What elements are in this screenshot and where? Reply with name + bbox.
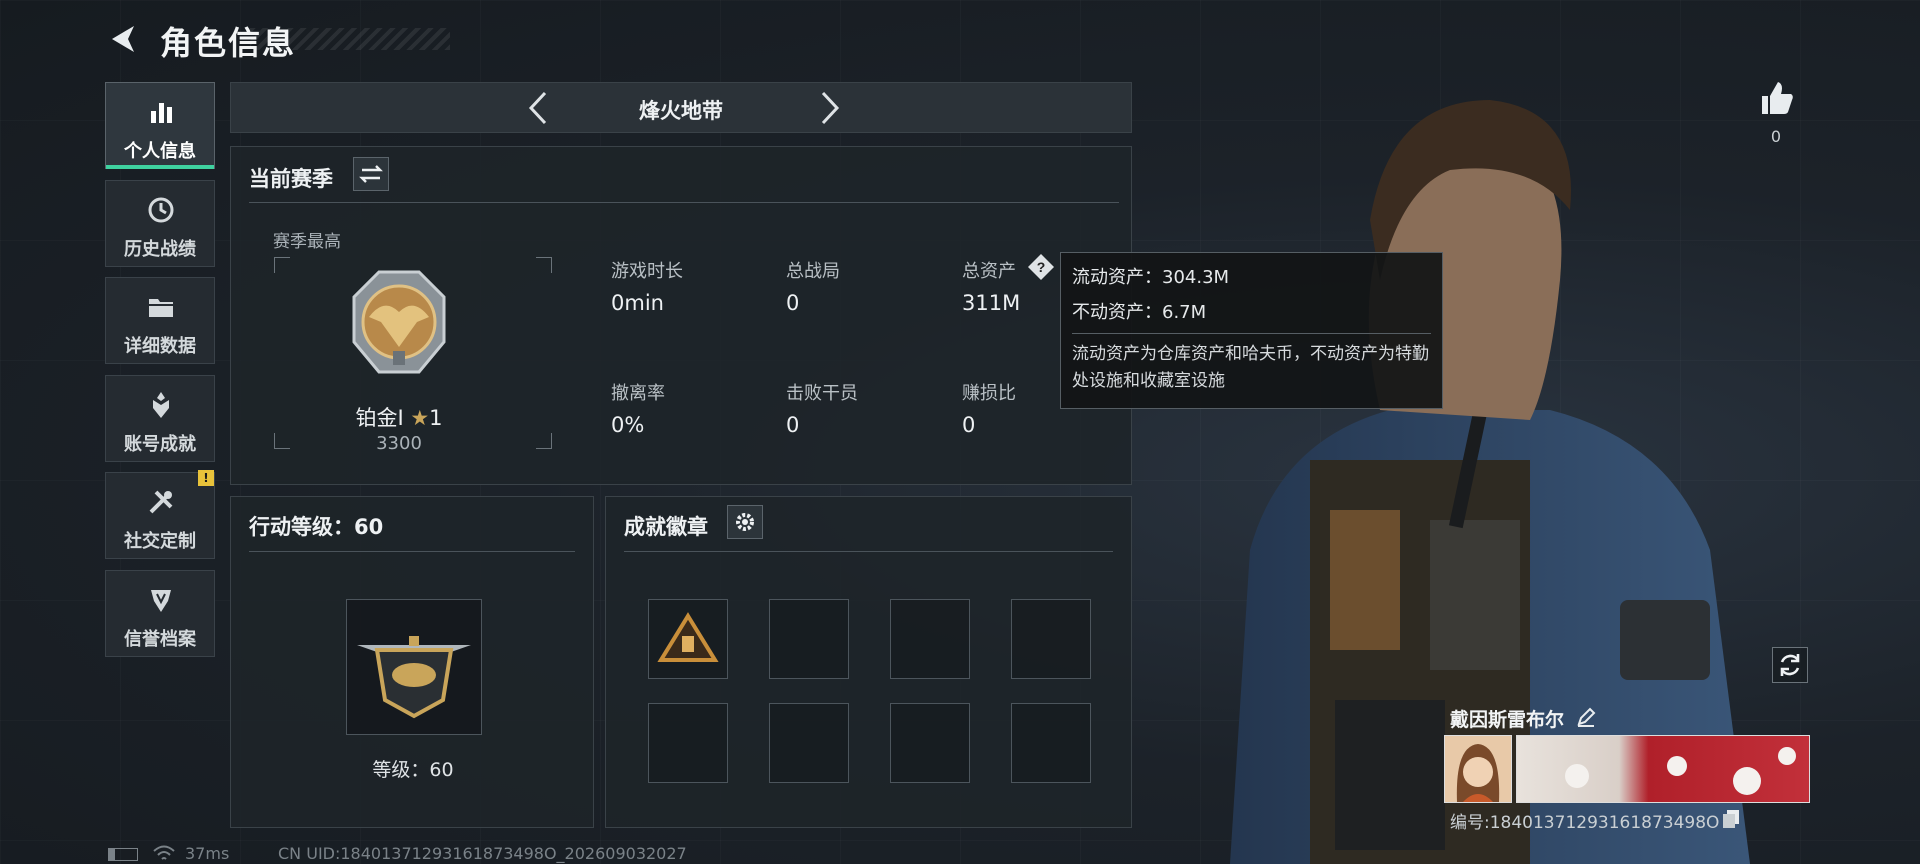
badge-slot[interactable] [769, 703, 849, 783]
level-emblem-frame [346, 599, 482, 735]
like-count: 0 [1770, 127, 1782, 146]
flower-banner-image [1565, 747, 1796, 795]
frame-corner [274, 257, 290, 273]
badge-slot[interactable] [890, 703, 970, 783]
mode-selector: 烽火地带 [230, 82, 1132, 133]
divider [624, 551, 1113, 552]
stat-value: 311M [962, 291, 1021, 315]
helicopter-emblem-icon [357, 636, 471, 719]
cn-uid: CN UID:18401371293161873498O_20260903202… [278, 844, 687, 863]
badges-title: 成就徽章 [624, 515, 708, 539]
level-text: 等级：60 [372, 759, 454, 781]
badge-slot[interactable] [890, 599, 970, 679]
stat-label: 赚损比 [962, 383, 1016, 404]
stat-value: 0min [611, 291, 664, 315]
action-level-title: 行动等级：60 [249, 515, 384, 539]
stat-value: 0 [962, 413, 976, 437]
achievement-badges-panel: 成就徽章 [605, 496, 1132, 828]
asset-description: 流动资产为仓库资产和哈夫币，不动资产为特勤处设施和收藏室设施 [1072, 344, 1429, 391]
fixed-assets: 不动资产：6.7M [1072, 302, 1207, 323]
svg-text:?: ? [1037, 259, 1046, 275]
sidebar-item-achievements[interactable]: 账号成就 [105, 375, 215, 462]
rank-points: 3300 [376, 433, 422, 454]
bar-chart-icon [151, 103, 172, 123]
chevron-right-icon[interactable] [811, 89, 847, 127]
pyramid-badge-icon [657, 612, 719, 662]
refresh-icon [1780, 654, 1800, 676]
thumbs-up-icon[interactable] [1758, 80, 1794, 116]
copy-icon[interactable] [1722, 809, 1740, 829]
help-icon[interactable]: ? [1027, 253, 1055, 281]
tools-icon [149, 490, 173, 514]
stat-label: 击败干员 [786, 383, 858, 404]
rotate-character-button[interactable] [1772, 647, 1808, 683]
stat-value: 0 [786, 413, 800, 437]
folder-icon [149, 299, 173, 317]
stat-value: 0 [786, 291, 800, 315]
gear-icon [736, 513, 754, 531]
stat-label: 游戏时长 [611, 261, 683, 282]
avatar[interactable] [1444, 735, 1512, 803]
battery-icon [108, 848, 138, 861]
sidebar-item-label: 账号成就 [124, 434, 196, 455]
sidebar-item-label: 详细数据 [124, 336, 196, 357]
stat-label: 撤离率 [611, 383, 665, 404]
sidebar-item-detailed-data[interactable]: 详细数据 [105, 277, 215, 364]
divider [249, 551, 575, 552]
asset-tooltip: 流动资产：304.3M 不动资产：6.7M 流动资产为仓库资产和哈夫币，不动资产… [1060, 252, 1443, 409]
badge-slot[interactable] [648, 703, 728, 783]
character-name: 戴因斯雷布尔 [1450, 709, 1565, 731]
season-best-label: 赛季最高 [273, 232, 341, 252]
notification-alert-badge: ! [198, 470, 214, 486]
season-title: 当前赛季 [249, 167, 333, 191]
title-decoration [250, 28, 450, 50]
season-panel: 当前赛季 赛季最高 铂金Ⅰ ★1 3300 游戏时长 0min 总战局 0 总资… [230, 146, 1132, 485]
sidebar-item-label: 社交定制 [124, 531, 196, 552]
frame-corner [536, 257, 552, 273]
badge-slot[interactable] [769, 599, 849, 679]
profile-banner[interactable] [1516, 735, 1810, 803]
divider [249, 202, 1119, 203]
sidebar-item-credit[interactable]: 信誉档案 [105, 570, 215, 657]
platinum-rank-emblem [352, 270, 446, 374]
action-level-panel: 行动等级：60 等级：60 [230, 496, 594, 828]
achievement-icon [153, 392, 169, 418]
edit-pencil-icon[interactable] [1575, 706, 1597, 728]
badge-slot[interactable] [1011, 599, 1091, 679]
switch-season-button[interactable] [353, 157, 389, 191]
sidebar-item-history[interactable]: 历史战绩 [105, 180, 215, 267]
rank-stars: 1 [429, 406, 443, 430]
badge-slot[interactable] [1011, 703, 1091, 783]
stat-label: 总资产 [962, 261, 1016, 282]
badge-settings-button[interactable] [727, 505, 763, 539]
sidebar-item-label: 个人信息 [124, 141, 196, 162]
sidebar-item-personal-info[interactable]: 个人信息 [105, 82, 215, 169]
rank-name: 铂金Ⅰ [355, 406, 404, 430]
wifi-icon [153, 845, 175, 860]
ping: 37ms [185, 844, 230, 863]
badge-slot[interactable] [648, 599, 728, 679]
history-clock-icon [148, 197, 174, 223]
star-icon: ★ [410, 406, 430, 430]
sidebar-item-label: 信誉档案 [124, 629, 196, 650]
sidebar-item-label: 历史战绩 [124, 239, 196, 260]
shield-badge-icon [151, 590, 171, 612]
stat-value: 0% [611, 413, 645, 437]
stat-label: 总战局 [786, 261, 840, 282]
swap-icon [359, 165, 383, 183]
liquid-assets: 流动资产：304.3M [1072, 267, 1230, 288]
back-arrow-icon[interactable] [106, 22, 140, 56]
character-id: 编号:18401371293161873498O [1450, 813, 1720, 833]
rank-label: 铂金Ⅰ ★1 [231, 402, 567, 432]
divider [1072, 333, 1431, 334]
mode-name: 烽火地带 [639, 99, 723, 123]
